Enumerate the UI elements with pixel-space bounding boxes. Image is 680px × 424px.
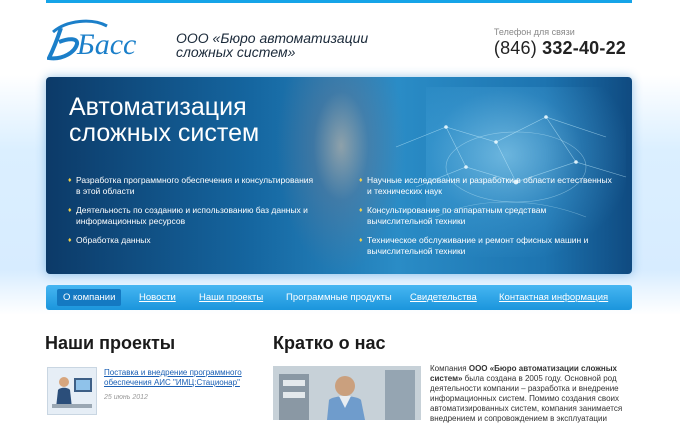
logo-graphic: Басс <box>47 19 136 61</box>
service-item: Деятельность по созданию и использованию… <box>68 205 318 227</box>
nav-item-contacts[interactable]: Контактная информация <box>499 289 608 306</box>
service-item: Научные исследования и разработки в обла… <box>359 175 614 197</box>
company-name-line2: сложных систем» <box>176 44 296 60</box>
top-accent-bar <box>46 0 632 3</box>
nav-item-about[interactable]: О компании <box>57 289 122 306</box>
banner-title: Автоматизация сложных систем <box>69 94 259 146</box>
projects-heading: Наши проекты <box>45 333 176 353</box>
service-item: Консультирование по аппаратным средствам… <box>359 205 614 227</box>
banner-services-left: Разработка программного обеспечения и ко… <box>68 175 318 254</box>
project-thumbnail[interactable] <box>47 367 97 415</box>
company-name: ООО «Бюро автоматизации сложных систем» <box>176 31 368 59</box>
phone-digits: 332-40-22 <box>542 38 626 58</box>
nav-item-certificates[interactable]: Свидетельства <box>410 289 477 306</box>
project-link[interactable]: Поставка и внедрение программного обеспе… <box>104 368 259 388</box>
banner-services-right: Научные исследования и разработки в обла… <box>359 175 614 265</box>
project-date: 25 июнь 2012 <box>104 394 148 401</box>
phone-block: Телефон для связи (846) 332-40-22 <box>494 27 626 59</box>
nav-item-software[interactable]: Программные продукты <box>286 289 392 306</box>
logo[interactable]: Басс <box>47 14 157 64</box>
service-item: Обработка данных <box>68 235 318 246</box>
about-text-prefix: Компания <box>430 364 469 373</box>
service-item: Разработка программного обеспечения и ко… <box>68 175 318 197</box>
main-nav: О компании Новости Наши проекты Программ… <box>46 285 632 310</box>
phone-number: (846) 332-40-22 <box>494 38 626 59</box>
about-heading: Кратко о нас <box>273 333 386 353</box>
hero-banner: Автоматизация сложных систем Разработка … <box>46 77 632 274</box>
phone-code: (846) <box>493 38 537 58</box>
project-thumbnail-image <box>48 368 96 414</box>
logo-wordmark: Басс <box>76 28 136 61</box>
nav-item-news[interactable]: Новости <box>139 289 176 306</box>
about-photo <box>273 366 421 420</box>
banner-title-line2: сложных систем <box>69 119 260 147</box>
service-item: Техническое обслуживание и ремонт офисны… <box>359 235 614 257</box>
company-name-line1: ООО «Бюро автоматизации <box>176 30 369 46</box>
phone-label: Телефон для связи <box>493 27 575 37</box>
nav-item-projects[interactable]: Наши проекты <box>199 289 263 306</box>
about-text: Компания ООО «Бюро автоматизации сложных… <box>430 364 630 424</box>
banner-title-line1: Автоматизация <box>69 93 247 121</box>
about-photo-image <box>273 366 421 420</box>
